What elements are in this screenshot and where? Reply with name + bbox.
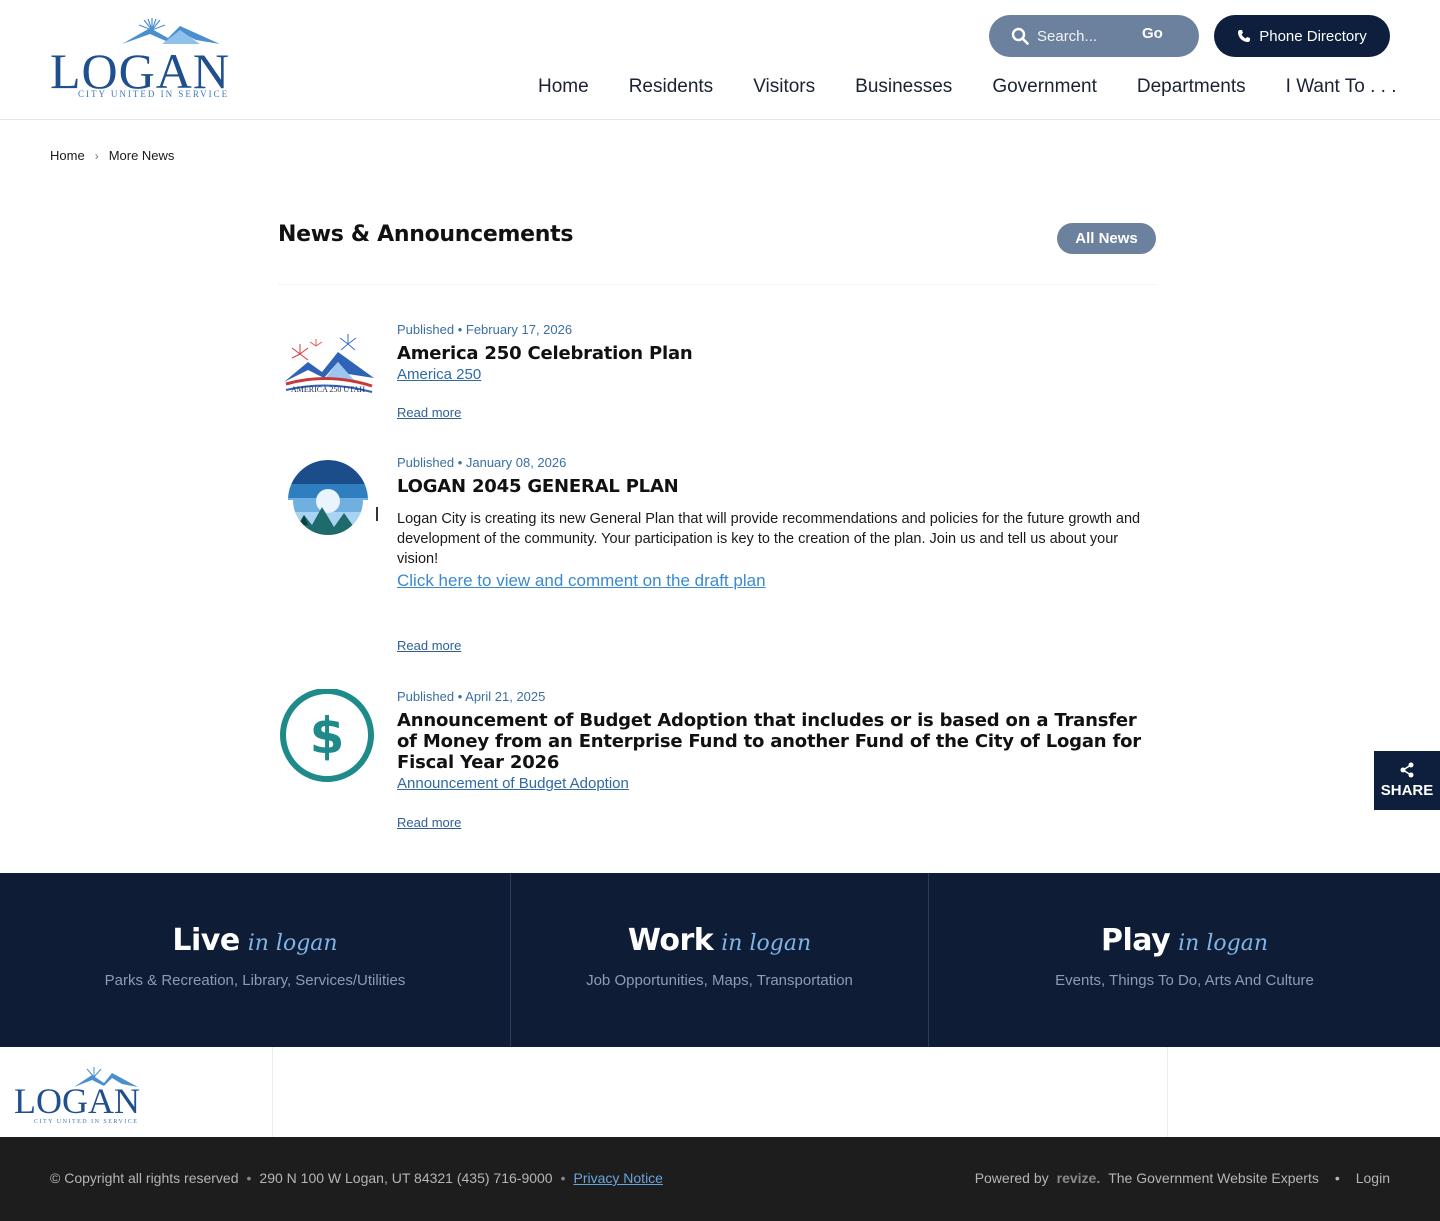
work-in-logan-card[interactable]: Work in logan Job Opportunities, Maps, T…: [511, 873, 929, 1047]
main-nav: Home Residents Visitors Businesses Gover…: [538, 76, 1397, 98]
play-word: Play: [1100, 923, 1171, 958]
news-item-date: Published • April 21, 2025: [397, 689, 546, 704]
all-news-button[interactable]: All News: [1057, 223, 1156, 254]
nav-visitors[interactable]: Visitors: [753, 76, 815, 98]
footer-dot: •: [246, 1170, 252, 1186]
breadcrumb-separator: ›: [94, 148, 99, 163]
news-item: $ Published • April 21, 2025 Announcemen…: [278, 689, 1158, 839]
live-subtitle: Parks & Recreation, Library, Services/Ut…: [104, 972, 406, 989]
logo-tagline: CITY UNITED IN SERVICE: [78, 89, 230, 99]
share-button[interactable]: SHARE: [1374, 751, 1440, 810]
breadcrumb-current: More News: [108, 148, 175, 163]
dollar-circle-icon: $: [280, 689, 374, 782]
play-script: in logan: [1178, 931, 1268, 956]
site-header: LOGAN CITY UNITED IN SERVICE Go Phone Di…: [0, 0, 1440, 120]
news-item-link[interactable]: Announcement of Budget Adoption: [397, 775, 629, 792]
footer-dot: •: [560, 1170, 566, 1186]
live-heading: Live in logan: [172, 923, 337, 958]
america-250-logo-icon: AMERICA 250 UTAH: [284, 334, 374, 394]
share-label: SHARE: [1380, 782, 1434, 799]
news-item-body: Published • February 17, 2026 America 25…: [397, 322, 1159, 384]
phone-directory-label: Phone Directory: [1259, 27, 1367, 45]
footer-logo-strip: LOGAN CITY UNITED IN SERVICE: [0, 1047, 1440, 1137]
search-icon[interactable]: [1011, 27, 1029, 45]
live-word: Live: [172, 923, 240, 958]
news-item-title: America 250 Celebration Plan: [397, 343, 693, 364]
live-work-play-band: Live in logan Parks & Recreation, Librar…: [0, 873, 1440, 1047]
news-item-title: LOGAN 2045 GENERAL PLAN: [397, 476, 679, 497]
news-item-date: Published • February 17, 2026: [397, 322, 573, 337]
news-item-link[interactable]: America 250: [397, 366, 481, 383]
news-item-body: Published • April 21, 2025 Announcement …: [397, 689, 1159, 793]
footer-right: Powered by revize. The Government Websit…: [975, 1170, 1390, 1186]
news-item-body: Published • January 08, 2026 LOGAN 2045 …: [397, 455, 1159, 591]
work-subtitle: Job Opportunities, Maps, Transportation: [586, 972, 853, 989]
news-item-date: Published • January 08, 2026: [397, 455, 567, 470]
news-divider: [278, 284, 1156, 285]
news-section-title: News & Announcements: [278, 222, 574, 247]
nav-i-want-to[interactable]: I Want To . . .: [1286, 76, 1397, 98]
read-more-link[interactable]: Read more: [397, 405, 461, 420]
footer-left: © Copyright all rights reserved • 290 N …: [50, 1170, 663, 1186]
read-more-link[interactable]: Read more: [397, 638, 461, 653]
breadcrumb-home[interactable]: Home: [50, 148, 85, 163]
nav-businesses[interactable]: Businesses: [855, 76, 952, 98]
phone-directory-button[interactable]: Phone Directory: [1214, 15, 1390, 57]
footer-address: 290 N 100 W Logan, UT 84321 (435) 716-90…: [259, 1170, 553, 1186]
privacy-notice-link[interactable]: Privacy Notice: [574, 1170, 663, 1186]
nav-departments[interactable]: Departments: [1137, 76, 1246, 98]
logan-city-logo[interactable]: LOGAN CITY UNITED IN SERVICE: [50, 16, 229, 104]
footer-logo[interactable]: LOGAN CITY UNITED IN SERVICE: [14, 1065, 144, 1125]
share-icon: [1400, 762, 1414, 778]
nav-home[interactable]: Home: [538, 76, 589, 98]
play-in-logan-card[interactable]: Play in logan Events, Things To Do, Arts…: [929, 873, 1440, 1047]
work-script: in logan: [721, 931, 812, 956]
live-in-logan-card[interactable]: Live in logan Parks & Recreation, Librar…: [0, 873, 511, 1047]
play-heading: Play in logan: [1101, 923, 1268, 958]
footer-bottom-bar: © Copyright all rights reserved • 290 N …: [0, 1137, 1440, 1221]
breadcrumb: Home › More News: [50, 148, 174, 163]
search-go-button[interactable]: Go: [1142, 25, 1163, 42]
footer-divider: [1167, 1047, 1168, 1137]
read-more-link[interactable]: Read more: [397, 815, 461, 830]
news-item-description: Logan City is creating its new General P…: [397, 511, 1141, 567]
phone-icon: [1238, 30, 1251, 42]
play-subtitle: Events, Things To Do, Arts And Culture: [1055, 972, 1314, 989]
svg-text:$: $: [310, 707, 345, 765]
nav-residents[interactable]: Residents: [629, 76, 714, 98]
svg-text:LOGAN: LOGAN: [14, 1081, 140, 1121]
news-item-title: Announcement of Budget Adoption that inc…: [397, 710, 1141, 773]
powered-by-text: Powered by: [974, 1170, 1049, 1186]
footer-logo-graphic: LOGAN CITY UNITED IN SERVICE: [14, 1067, 140, 1125]
work-heading: Work in logan: [628, 923, 811, 958]
search-bar: Go: [989, 15, 1199, 57]
news-item: Published • January 08, 2026 LOGAN 2045 …: [278, 455, 1158, 660]
news-item: AMERICA 250 UTAH Published • February 17…: [278, 322, 1158, 427]
footer-divider: [272, 1047, 273, 1137]
revize-logo[interactable]: revize.: [1057, 1170, 1101, 1186]
work-word: Work: [627, 923, 714, 958]
search-input[interactable]: [1037, 23, 1132, 49]
live-script: in logan: [247, 931, 338, 956]
draft-plan-link[interactable]: Click here to view and comment on the dr…: [397, 571, 766, 591]
svg-text:CITY UNITED IN SERVICE: CITY UNITED IN SERVICE: [34, 1119, 138, 1125]
nav-government[interactable]: Government: [992, 76, 1097, 98]
svg-text:AMERICA 250 UTAH: AMERICA 250 UTAH: [291, 385, 365, 394]
copyright-text: © Copyright all rights reserved: [50, 1170, 239, 1186]
government-website-experts-text: The Government Website Experts: [1108, 1170, 1319, 1186]
footer-dot: •: [1334, 1170, 1340, 1186]
general-plan-mountain-icon: [283, 460, 378, 545]
login-link[interactable]: Login: [1356, 1170, 1390, 1186]
